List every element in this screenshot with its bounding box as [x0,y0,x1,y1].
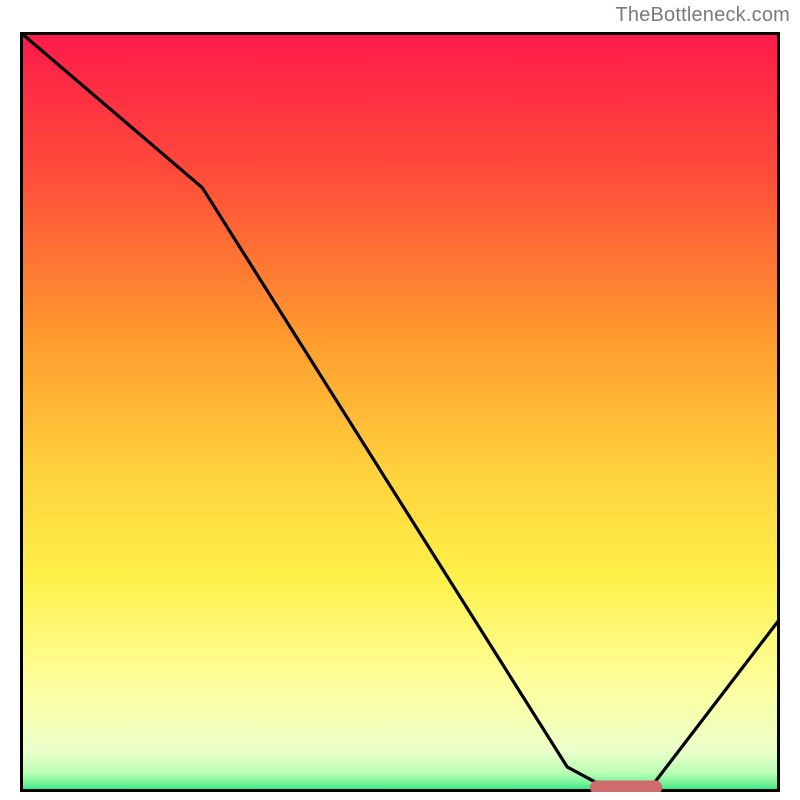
chart-frame [20,32,780,792]
gradient-background [20,32,780,792]
attribution-text: TheBottleneck.com [615,4,790,27]
chart-container: TheBottleneck.com [0,0,800,800]
optimal-marker [590,780,662,792]
bottleneck-chart [20,32,780,792]
